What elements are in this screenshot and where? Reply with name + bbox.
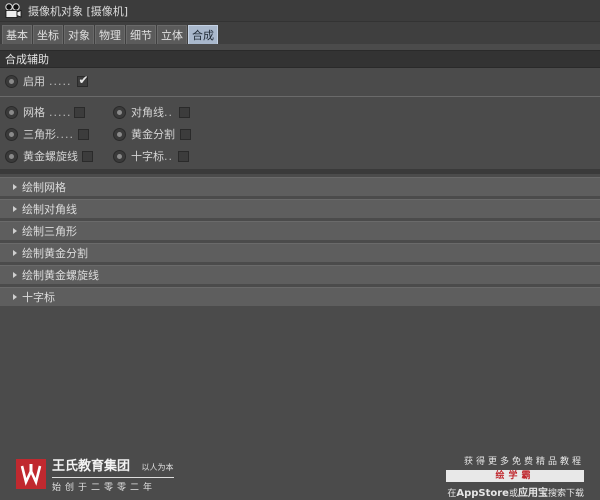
collapsible-groups: 绘制网格 绘制对角线 绘制三角形 绘制黄金分割 绘制黄金螺旋线 十字标 — [0, 177, 600, 306]
watermark-text: 搜索下载 — [547, 489, 584, 499]
divider — [0, 96, 600, 97]
wangshi-logo-icon — [16, 459, 46, 489]
expand-arrow-icon — [13, 206, 17, 212]
watermark-text: 或 — [508, 489, 518, 499]
watermark-promo: 获得更多免费精品教程 — [463, 457, 584, 467]
window-title: 摄像机对象 [摄像机] — [28, 4, 129, 18]
group-draw-golden-spiral[interactable]: 绘制黄金螺旋线 — [0, 265, 600, 284]
watermark-founded: 始创于二零零二年 — [52, 477, 174, 493]
expand-arrow-icon — [13, 250, 17, 256]
animate-radio[interactable] — [5, 105, 18, 119]
option-crosshair: 十字标 .. — [108, 145, 228, 167]
animate-radio[interactable] — [5, 149, 18, 163]
group-label: 十字标 — [22, 291, 55, 304]
group-draw-grid[interactable]: 绘制网格 — [0, 177, 600, 196]
option-dots: ..... — [49, 105, 72, 119]
group-label: 绘制网格 — [22, 181, 66, 194]
grid-checkbox[interactable] — [74, 106, 86, 118]
group-label: 绘制黄金螺旋线 — [22, 269, 99, 282]
animate-radio[interactable] — [113, 149, 126, 163]
expand-arrow-icon — [13, 184, 17, 190]
enable-dots: ..... — [49, 74, 72, 88]
group-draw-diagonal[interactable]: 绘制对角线 — [0, 199, 600, 218]
option-golden-section: 黄金分割 — [108, 123, 228, 145]
animate-radio[interactable] — [113, 127, 126, 141]
tab-basic[interactable]: 基本 — [2, 25, 32, 44]
option-label: 黄金螺旋线 — [23, 150, 78, 163]
option-label: 十字标 — [131, 150, 164, 163]
expand-arrow-icon — [13, 228, 17, 234]
watermark-download: 在AppStore或应用宝搜索下载 — [444, 484, 584, 499]
option-dots: .... — [56, 127, 74, 141]
tab-object[interactable]: 对象 — [64, 25, 94, 44]
title-bar: 摄像机对象 [摄像机] — [0, 0, 600, 22]
watermark-slogan: 以人为本 — [141, 463, 174, 472]
animate-radio[interactable] — [5, 127, 18, 141]
option-label: 黄金分割 — [131, 128, 175, 141]
option-label: 对角线 — [131, 106, 164, 119]
watermark-brand: 王氏教育集团 — [52, 459, 131, 474]
golden-spiral-checkbox[interactable] — [82, 150, 93, 162]
option-grid: 网格 ..... — [0, 101, 108, 123]
tab-composition[interactable]: 合成 — [188, 25, 218, 44]
section-composition-aids: 合成辅助 — [0, 50, 600, 68]
option-golden-spiral: 黄金螺旋线 — [0, 145, 108, 167]
group-draw-golden-section[interactable]: 绘制黄金分割 — [0, 243, 600, 262]
triangle-checkbox[interactable] — [78, 128, 89, 140]
golden-section-checkbox[interactable] — [180, 128, 191, 140]
group-label: 绘制三角形 — [22, 225, 77, 238]
enable-label: 启用 — [23, 75, 45, 88]
tab-coordinates[interactable]: 坐标 — [33, 25, 63, 44]
group-label: 绘制对角线 — [22, 203, 77, 216]
enable-row: 启用 ..... — [0, 70, 600, 92]
camera-icon — [5, 2, 22, 18]
crosshair-checkbox[interactable] — [178, 150, 189, 162]
option-triangle: 三角形 .... — [0, 123, 108, 145]
option-dots: .. — [164, 105, 173, 119]
tab-stereoscopic[interactable]: 立体 — [157, 25, 187, 44]
group-crosshair[interactable]: 十字标 — [0, 287, 600, 306]
tab-details[interactable]: 细节 — [126, 25, 156, 44]
option-dots: .. — [164, 149, 173, 163]
watermark-text: 应用宝 — [517, 488, 548, 499]
option-diagonal: 对角线 .. — [108, 101, 228, 123]
option-label: 三角形 — [23, 128, 56, 141]
expand-arrow-icon — [13, 294, 17, 300]
watermark-app-name: 绘学霸 — [446, 470, 584, 482]
animate-radio[interactable] — [5, 74, 18, 88]
watermark-left: 王氏教育集团 以人为本 始创于二零零二年 — [16, 455, 174, 493]
diagonal-checkbox[interactable] — [179, 106, 190, 118]
tab-bar: 基本 坐标 对象 物理 细节 立体 合成 — [0, 22, 600, 44]
expand-arrow-icon — [13, 272, 17, 278]
watermark-text: 在 — [447, 489, 457, 499]
option-label: 网格 — [23, 106, 45, 119]
enable-checkbox[interactable] — [77, 73, 89, 87]
options-grid: 网格 ..... 对角线 .. 三角形 .... 黄金分割 黄金螺旋线 十字标 … — [0, 101, 600, 167]
animate-radio[interactable] — [113, 105, 126, 119]
watermark-text: AppStore — [456, 488, 509, 499]
tab-physical[interactable]: 物理 — [95, 25, 125, 44]
watermark-right: 获得更多免费精品教程 绘学霸 在AppStore或应用宝搜索下载 — [444, 454, 584, 499]
group-label: 绘制黄金分割 — [22, 247, 88, 260]
group-draw-triangle[interactable]: 绘制三角形 — [0, 221, 600, 240]
